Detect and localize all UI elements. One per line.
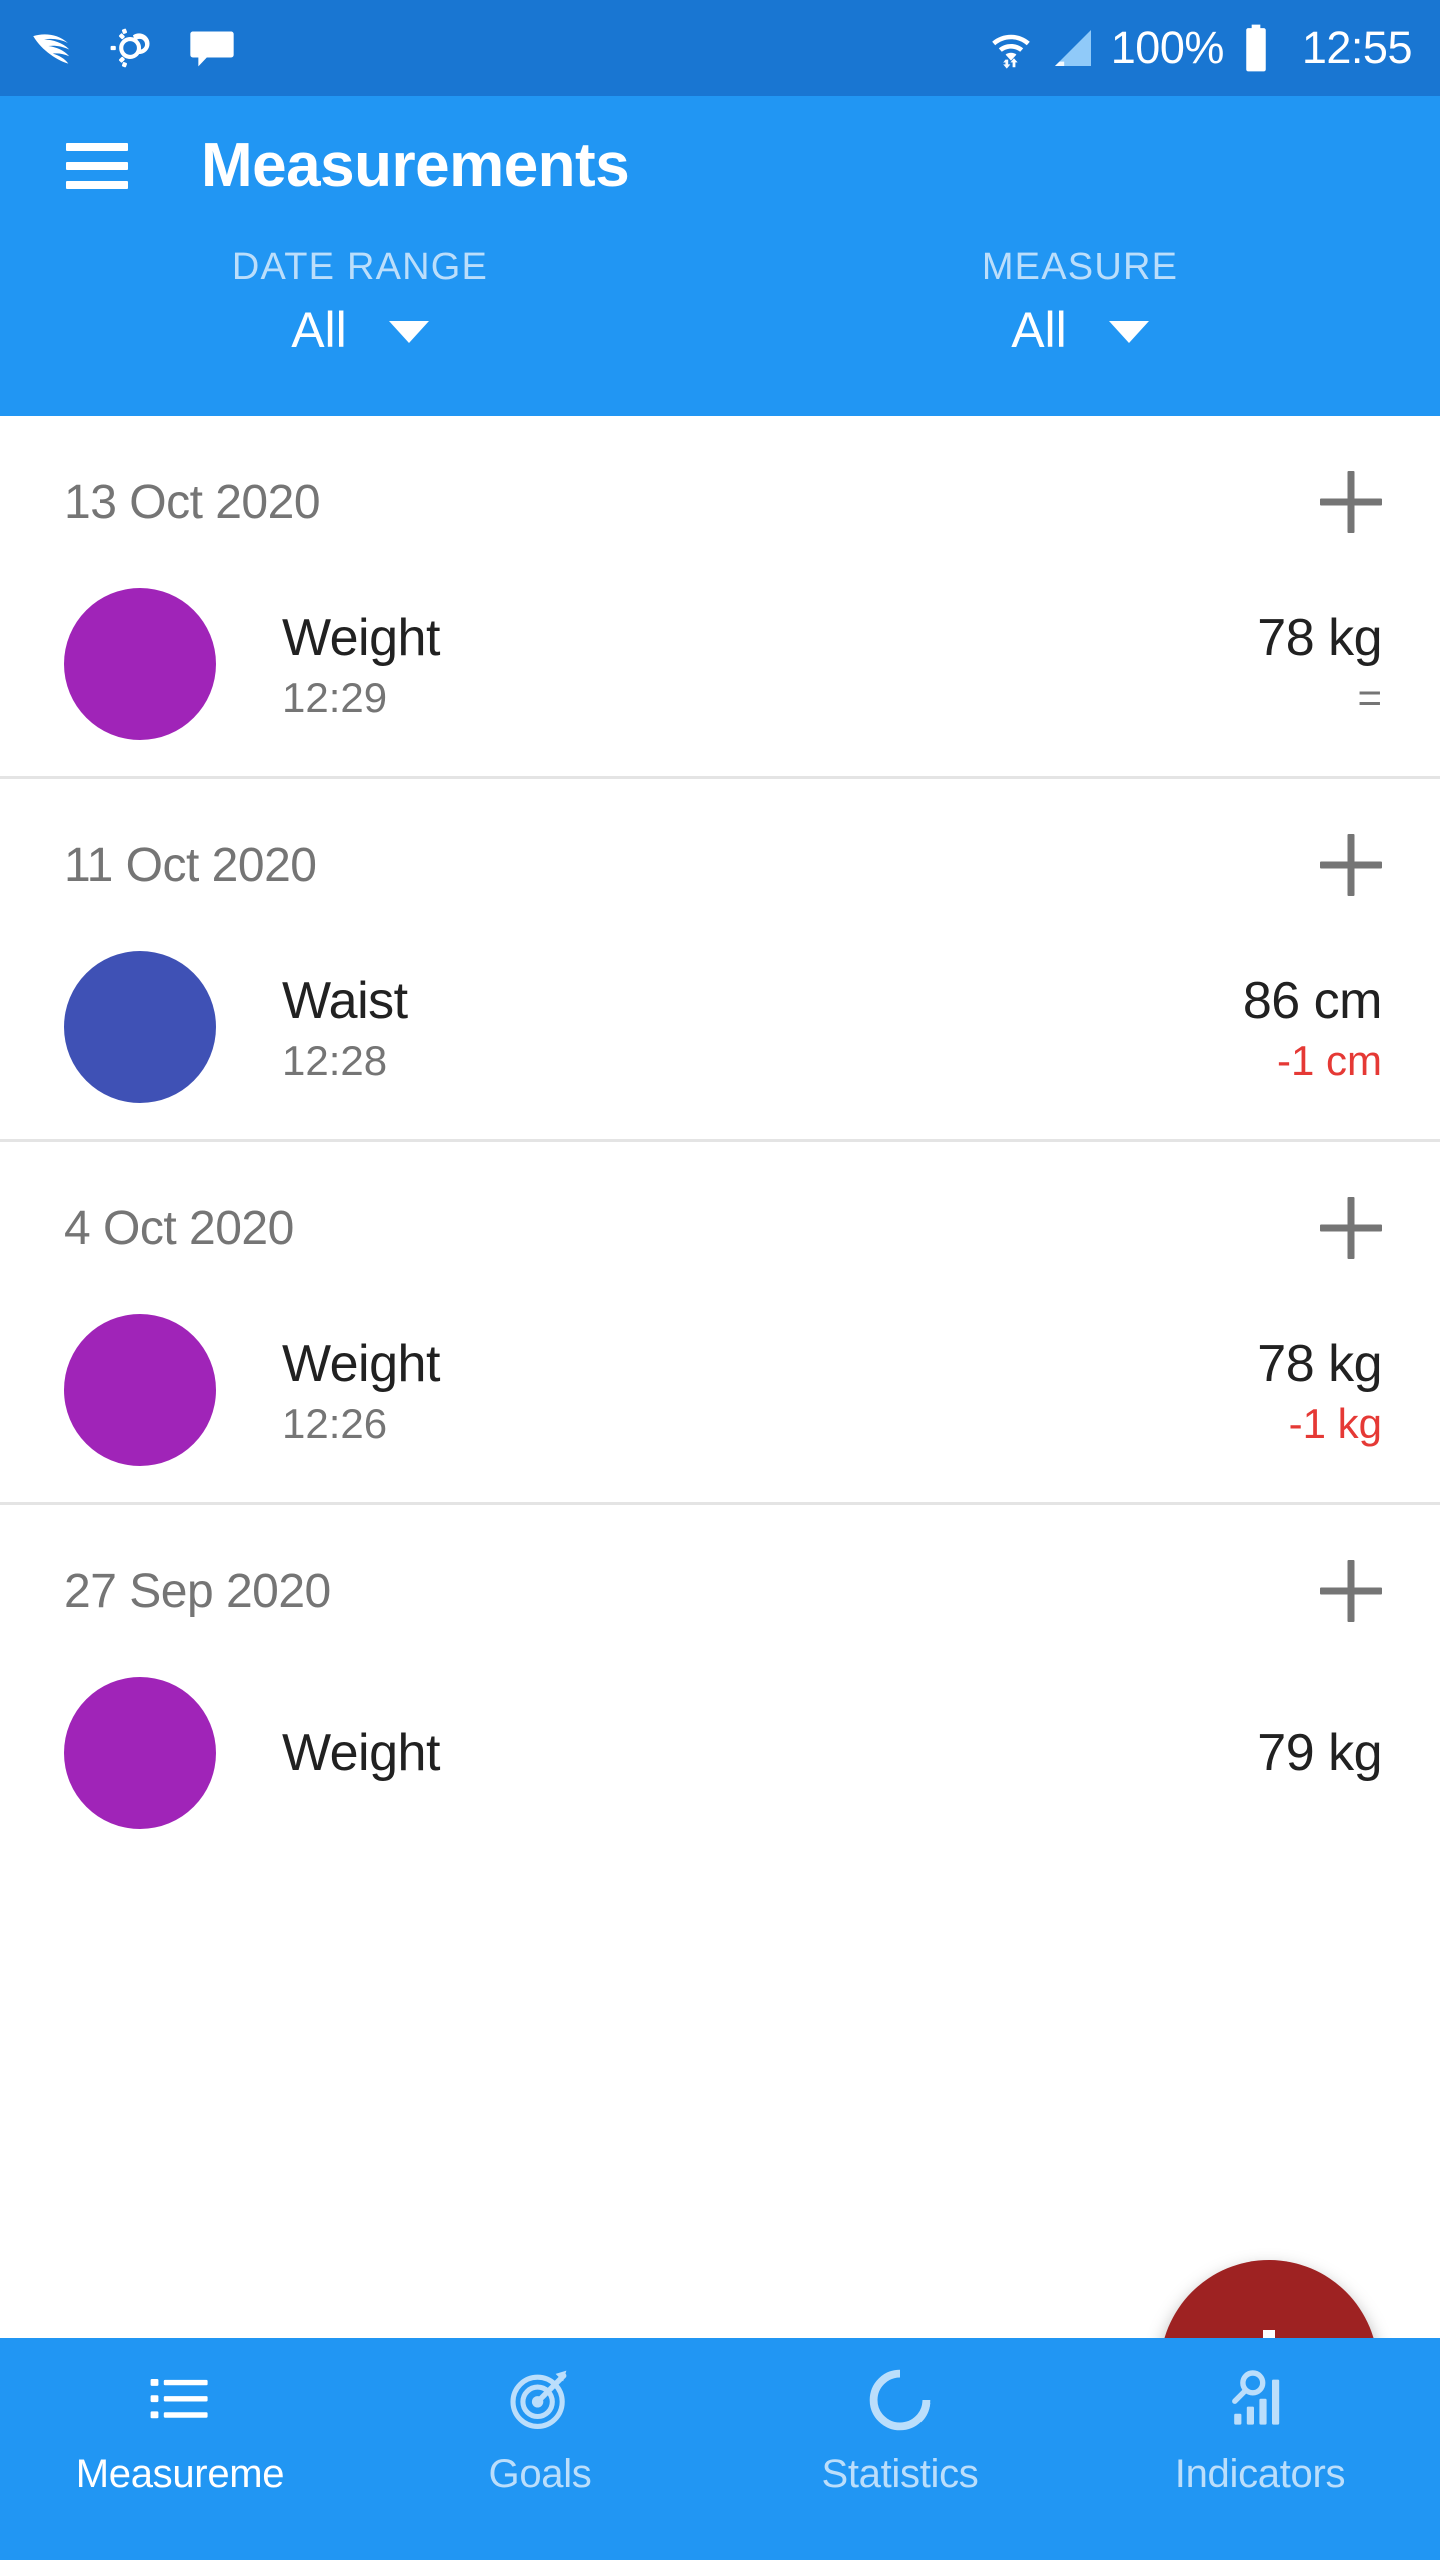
measure-name: Waist bbox=[282, 971, 408, 1030]
measure-value: 78 kg bbox=[1257, 1334, 1382, 1393]
filter-measure-dropdown[interactable]: All bbox=[1011, 305, 1149, 355]
measure-value: 79 kg bbox=[1257, 1723, 1382, 1782]
measure-delta: = bbox=[1357, 674, 1382, 722]
measurement-group: 13 Oct 2020 Weight 12:29 78 kg = bbox=[0, 416, 1440, 740]
list-icon bbox=[150, 2379, 208, 2419]
group-date-label: 11 Oct 2020 bbox=[64, 838, 317, 892]
measure-color-dot bbox=[64, 1314, 216, 1466]
nav-label-goals: Goals bbox=[488, 2452, 592, 2496]
app-bar: Measurements DATE RANGE All MEASURE All bbox=[0, 96, 1440, 416]
list-item-values: 79 kg bbox=[1257, 1724, 1382, 1782]
group-header: 13 Oct 2020 bbox=[0, 416, 1440, 588]
nav-item-measurements[interactable]: Measureme bbox=[0, 2364, 360, 2497]
list-item-values: 86 cm -1 cm bbox=[1242, 971, 1383, 1085]
nav-label-statistics: Statistics bbox=[821, 2452, 979, 2496]
list-item-text: Weight 12:26 bbox=[282, 1335, 440, 1445]
filter-date-range-label: DATE RANGE bbox=[231, 246, 489, 288]
add-measurement-for-date-button[interactable] bbox=[1320, 1560, 1382, 1622]
chevron-down-icon bbox=[388, 321, 429, 343]
list-item-text: Waist 12:28 bbox=[282, 972, 408, 1082]
list-item[interactable]: Waist 12:28 86 cm -1 cm bbox=[0, 951, 1440, 1103]
filter-date-range-value: All bbox=[291, 302, 347, 358]
group-header: 11 Oct 2020 bbox=[0, 779, 1440, 951]
battery-percent-label: 100% bbox=[1110, 22, 1225, 73]
message-icon bbox=[190, 31, 234, 67]
nav-label-indicators: Indicators bbox=[1174, 2452, 1346, 2496]
nav-item-goals[interactable]: Goals bbox=[360, 2364, 720, 2497]
signal-icon bbox=[1054, 30, 1091, 66]
target-icon bbox=[510, 2370, 567, 2429]
status-bar: 100% 12:55 bbox=[0, 0, 1440, 96]
add-measurement-for-date-button[interactable] bbox=[1320, 1197, 1382, 1259]
group-header: 27 Sep 2020 bbox=[0, 1505, 1440, 1677]
chevron-down-icon bbox=[1108, 321, 1149, 343]
measure-delta: -1 kg bbox=[1288, 1400, 1382, 1448]
list-item[interactable]: Weight 12:29 78 kg = bbox=[0, 588, 1440, 740]
hamburger-menu-icon[interactable] bbox=[66, 143, 128, 189]
measure-name: Weight bbox=[282, 608, 440, 667]
nav-label-measurements: Measureme bbox=[75, 2452, 285, 2496]
wifi-icon bbox=[991, 34, 1030, 69]
hamburger-bar bbox=[66, 181, 128, 189]
swiftkey-icon bbox=[33, 34, 70, 64]
group-date-label: 27 Sep 2020 bbox=[64, 1564, 331, 1618]
filter-measure: MEASURE All bbox=[720, 236, 1440, 398]
group-date-label: 13 Oct 2020 bbox=[64, 475, 321, 529]
filter-date-range-dropdown[interactable]: All bbox=[291, 305, 429, 355]
measurement-group: 11 Oct 2020 Waist 12:28 86 cm -1 cm bbox=[0, 776, 1440, 1103]
measure-time: 12:26 bbox=[282, 1400, 388, 1448]
weather-icon bbox=[110, 28, 150, 68]
group-header: 4 Oct 2020 bbox=[0, 1142, 1440, 1314]
list-item-text: Weight bbox=[282, 1724, 440, 1782]
battery-icon bbox=[1246, 24, 1266, 72]
measure-value: 78 kg bbox=[1257, 608, 1382, 667]
status-bar-left-icons bbox=[30, 22, 238, 74]
app-screen: 100% 12:55 Measurements DATE RANGE All M… bbox=[0, 0, 1440, 2560]
measure-name: Weight bbox=[282, 1334, 440, 1393]
nav-item-indicators[interactable]: Indicators bbox=[1080, 2364, 1440, 2497]
hamburger-bar bbox=[66, 162, 128, 170]
nav-item-statistics[interactable]: Statistics bbox=[720, 2364, 1080, 2497]
list-item[interactable]: Weight 12:26 78 kg -1 kg bbox=[0, 1314, 1440, 1466]
list-item-values: 78 kg -1 kg bbox=[1257, 1335, 1382, 1445]
bottom-navigation-bar: Measureme Goals Statistics Indicators bbox=[0, 2338, 1440, 2560]
hamburger-bar bbox=[66, 143, 128, 151]
measure-time: 12:28 bbox=[282, 1037, 388, 1085]
measure-time: 12:29 bbox=[282, 674, 388, 722]
list-item-text: Weight 12:29 bbox=[282, 609, 440, 719]
analytics-icon bbox=[1232, 2370, 1280, 2425]
filter-date-range: DATE RANGE All bbox=[0, 236, 720, 398]
measure-value: 86 cm bbox=[1242, 971, 1383, 1030]
group-date-label: 4 Oct 2020 bbox=[64, 1201, 294, 1255]
add-measurement-for-date-button[interactable] bbox=[1320, 834, 1382, 896]
page-title: Measurements bbox=[201, 131, 630, 200]
add-measurement-for-date-button[interactable] bbox=[1320, 471, 1382, 533]
donut-chart-icon bbox=[869, 2369, 931, 2431]
measure-color-dot bbox=[64, 951, 216, 1103]
measure-delta: -1 cm bbox=[1277, 1037, 1382, 1085]
list-item-values: 78 kg = bbox=[1257, 609, 1382, 719]
app-bar-top-row: Measurements bbox=[0, 96, 1440, 236]
filter-measure-value: All bbox=[1011, 302, 1067, 358]
measurement-list[interactable]: 13 Oct 2020 Weight 12:29 78 kg = 11 Oct … bbox=[0, 416, 1440, 2217]
clock-label: 12:55 bbox=[1301, 22, 1413, 73]
measure-color-dot bbox=[64, 588, 216, 740]
measure-name: Weight bbox=[282, 1723, 440, 1782]
status-bar-right-icons: 100% 12:55 bbox=[987, 22, 1413, 74]
measurement-group: 27 Sep 2020 Weight 79 kg bbox=[0, 1502, 1440, 1829]
filter-row: DATE RANGE All MEASURE All bbox=[0, 236, 1440, 416]
measure-color-dot bbox=[64, 1677, 216, 1829]
list-item[interactable]: Weight 79 kg bbox=[0, 1677, 1440, 1829]
filter-measure-label: MEASURE bbox=[981, 246, 1179, 288]
measurement-group: 4 Oct 2020 Weight 12:26 78 kg -1 kg bbox=[0, 1139, 1440, 1466]
